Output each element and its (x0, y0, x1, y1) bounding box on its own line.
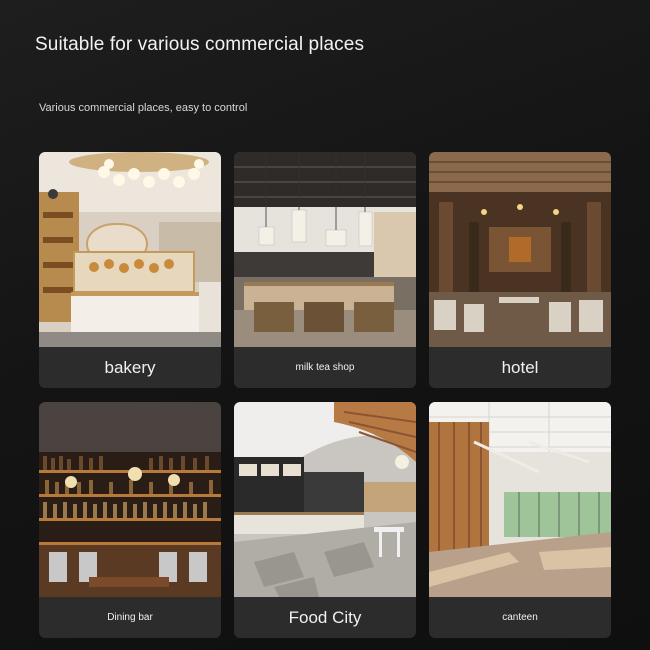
place-label: hotel (501, 357, 539, 377)
place-label: Dining bar (107, 612, 153, 623)
place-card-dining-bar[interactable]: Dining bar (39, 402, 221, 638)
bakery-photo (39, 152, 221, 347)
place-card-milk-tea-shop[interactable]: milk tea shop (234, 152, 416, 388)
places-grid: bakery milk tea shop hotel Dining bar Fo… (39, 152, 612, 638)
place-card-food-city[interactable]: Food City (234, 402, 416, 638)
canteen-photo (429, 402, 611, 597)
hotel-photo (429, 152, 611, 347)
food-city-photo (234, 402, 416, 597)
place-card-bakery[interactable]: bakery (39, 152, 221, 388)
place-label: Food City (288, 607, 362, 627)
place-label: canteen (502, 612, 538, 623)
place-label: milk tea shop (295, 362, 355, 373)
place-card-canteen[interactable]: canteen (429, 402, 611, 638)
page-subtitle: Various commercial places, easy to contr… (39, 102, 248, 114)
page-title: Suitable for various commercial places (35, 34, 365, 55)
place-card-hotel[interactable]: hotel (429, 152, 611, 388)
milk-tea-shop-photo (234, 152, 416, 347)
dining-bar-photo (39, 402, 221, 597)
place-label: bakery (104, 357, 156, 377)
